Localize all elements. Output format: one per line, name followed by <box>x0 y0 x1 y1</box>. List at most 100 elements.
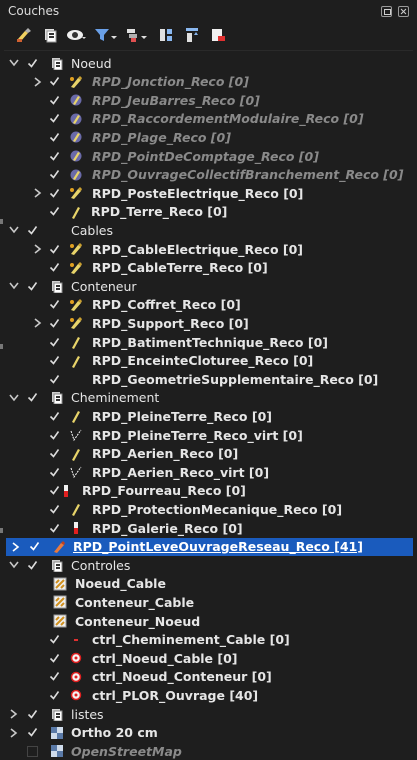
visibility-checkbox-checked[interactable] <box>48 317 60 329</box>
visibility-checkbox-checked[interactable] <box>48 94 60 106</box>
eye-icon[interactable] <box>66 26 86 44</box>
visibility-checkbox-checked[interactable] <box>48 355 60 367</box>
redcircle-icon <box>69 688 83 702</box>
tree-row-conteneur-cable[interactable]: Conteneur_Cable <box>4 593 413 611</box>
visibility-checkbox-checked[interactable] <box>26 727 38 739</box>
visibility-checkbox-unchecked[interactable] <box>26 745 38 757</box>
add-group-icon[interactable] <box>40 26 60 44</box>
tree-row-ctrl-cheminement-cable-0[interactable]: ctrl_Cheminement_Cable [0] <box>4 631 413 649</box>
layers-toolbar <box>0 22 417 48</box>
tree-row-rpd-cableterre-reco-0[interactable]: RPD_CableTerre_Reco [0] <box>4 259 413 277</box>
visibility-checkbox-checked[interactable] <box>48 503 60 515</box>
collapse-arrow-icon[interactable] <box>9 559 19 571</box>
visibility-checkbox-checked[interactable] <box>48 429 60 441</box>
close-panel-icon[interactable] <box>398 5 409 17</box>
expand-arrow-icon[interactable] <box>33 243 43 255</box>
expand-arrow-icon[interactable] <box>33 187 43 199</box>
visibility-checkbox-checked[interactable] <box>48 652 60 664</box>
visibility-checkbox-checked[interactable] <box>48 373 60 385</box>
visibility-checkbox-checked[interactable] <box>48 522 60 534</box>
visibility-checkbox-checked[interactable] <box>48 76 60 88</box>
tree-row-rpd-terre-reco-0[interactable]: RPD_Terre_Reco [0] <box>4 203 413 221</box>
tree-row-rpd-ouvragecollectifbranchement-reco-0[interactable]: RPD_OuvrageCollectifBranchement_Reco [0] <box>4 166 413 184</box>
tree-row-conteneur-noeud[interactable]: Conteneur_Noeud <box>4 612 413 630</box>
visibility-checkbox-checked[interactable] <box>48 187 60 199</box>
tree-row-rpd-protectionmecanique-reco-0[interactable]: RPD_ProtectionMecanique_Reco [0] <box>4 500 413 518</box>
visibility-checkbox-checked[interactable] <box>26 280 38 292</box>
tree-row-rpd-batimenttechnique-reco-0[interactable]: RPD_BatimentTechnique_Reco [0] <box>4 333 413 351</box>
tree-row-rpd-jeubarres-reco-0[interactable]: RPD_JeuBarres_Reco [0] <box>4 91 413 109</box>
tree-row-noeud-cable[interactable]: Noeud_Cable <box>4 575 413 593</box>
visibility-checkbox-checked[interactable] <box>28 541 40 553</box>
tree-row-rpd-jonction-reco-0[interactable]: RPD_Jonction_Reco [0] <box>4 73 413 91</box>
collapse-arrow-icon[interactable] <box>9 392 19 404</box>
tree-row-rpd-pointdecomptage-reco-0[interactable]: RPD_PointDeComptage_Reco [0] <box>4 147 413 165</box>
visibility-checkbox-checked[interactable] <box>48 336 60 348</box>
visibility-checkbox-checked[interactable] <box>26 559 38 571</box>
expand-all-icon[interactable] <box>156 26 176 44</box>
tree-row-ortho-20-cm[interactable]: Ortho 20 cm <box>4 724 413 742</box>
tree-row-rpd-posteelectrique-reco-0[interactable]: RPD_PosteElectrique_Reco [0] <box>4 184 413 202</box>
tree-row-rpd-plage-reco-0[interactable]: RPD_Plage_Reco [0] <box>4 128 413 146</box>
tree-row-rpd-fourreau-reco-0[interactable]: RPD_Fourreau_Reco [0] <box>4 482 413 500</box>
visibility-checkbox-checked[interactable] <box>48 466 60 478</box>
visibility-checkbox-checked[interactable] <box>48 448 60 460</box>
visibility-checkbox-checked[interactable] <box>48 169 60 181</box>
tree-row-rpd-galerie-reco-0[interactable]: RPD_Galerie_Reco [0] <box>4 519 413 537</box>
style-brush-icon[interactable] <box>14 26 34 44</box>
tree-row-ctrl-noeud-conteneur-0[interactable]: ctrl_Noeud_Conteneur [0] <box>4 668 413 686</box>
expand-arrow-icon[interactable] <box>9 708 19 720</box>
tree-row-rpd-aerien-reco-0[interactable]: RPD_Aerien_Reco [0] <box>4 445 413 463</box>
filter-icon[interactable] <box>92 26 118 44</box>
visibility-checkbox-checked[interactable] <box>48 262 60 274</box>
expand-arrow-icon[interactable] <box>33 317 43 329</box>
float-panel-icon[interactable] <box>381 5 392 17</box>
tree-row-rpd-pointleveouvragereseau-reco-41[interactable]: RPD_PointLeveOuvrageReseau_Reco [41] <box>6 537 413 556</box>
tree-row-rpd-pleineterre-reco-0[interactable]: RPD_PleineTerre_Reco [0] <box>4 407 413 425</box>
layer-label: Noeud <box>71 55 112 71</box>
tree-row-ctrl-plor-ouvrage-40[interactable]: ctrl_PLOR_Ouvrage [40] <box>4 686 413 704</box>
visibility-checkbox-checked[interactable] <box>48 243 60 255</box>
tree-row-ctrl-noeud-cable-0[interactable]: ctrl_Noeud_Cable [0] <box>4 649 413 667</box>
visibility-checkbox-checked[interactable] <box>48 634 60 646</box>
expand-arrow-icon[interactable] <box>33 76 43 88</box>
tree-row-controles[interactable]: Controles <box>4 556 413 574</box>
visibility-checkbox-checked[interactable] <box>48 299 60 311</box>
tree-row-rpd-cableelectrique-reco-0[interactable]: RPD_CableElectrique_Reco [0] <box>4 240 413 258</box>
visibility-checkbox-checked[interactable] <box>26 708 38 720</box>
tree-row-openstreetmap[interactable]: OpenStreetMap <box>4 742 413 760</box>
tree-row-listes[interactable]: listes <box>4 705 413 723</box>
visibility-checkbox-checked[interactable] <box>48 131 60 143</box>
tree-row-rpd-coffret-reco-0[interactable]: RPD_Coffret_Reco [0] <box>4 296 413 314</box>
visibility-checkbox-checked[interactable] <box>26 57 38 69</box>
visibility-checkbox-checked[interactable] <box>48 410 60 422</box>
tree-row-rpd-enceintecloturee-reco-0[interactable]: RPD_EnceinteCloturee_Reco [0] <box>4 352 413 370</box>
tree-row-rpd-support-reco-0[interactable]: RPD_Support_Reco [0] <box>4 314 413 332</box>
expand-arrow-icon[interactable] <box>11 541 21 553</box>
tree-row-noeud[interactable]: Noeud <box>4 54 413 72</box>
layer-label: RPD_PleineTerre_Reco_virt [0] <box>92 427 303 443</box>
visibility-checkbox-checked[interactable] <box>48 689 60 701</box>
raster-icon <box>50 726 64 740</box>
expand-arrow-icon[interactable] <box>9 727 19 739</box>
visibility-checkbox-checked[interactable] <box>26 392 38 404</box>
collapse-arrow-icon[interactable] <box>9 280 19 292</box>
tree-row-cables[interactable]: Cables <box>4 221 413 239</box>
tree-row-rpd-pleineterre-reco-virt-0[interactable]: RPD_PleineTerre_Reco_virt [0] <box>4 426 413 444</box>
tree-row-rpd-raccordementmodulaire-reco-0[interactable]: RPD_RaccordementModulaire_Reco [0] <box>4 110 413 128</box>
legend-filter-icon[interactable] <box>124 26 150 44</box>
layer-label: Noeud_Cable <box>75 576 166 592</box>
visibility-checkbox-checked[interactable] <box>48 113 60 125</box>
visibility-checkbox-checked[interactable] <box>48 206 60 218</box>
visibility-checkbox-checked[interactable] <box>26 224 38 236</box>
tree-row-rpd-geometriesupplementaire-reco-0[interactable]: RPD_GeometrieSupplementaire_Reco [0] <box>4 370 413 388</box>
tree-row-rpd-aerien-reco-virt-0[interactable]: RPD_Aerien_Reco_virt [0] <box>4 463 413 481</box>
collapse-arrow-icon[interactable] <box>9 224 19 236</box>
visibility-checkbox-checked[interactable] <box>48 671 60 683</box>
visibility-checkbox-checked[interactable] <box>48 150 60 162</box>
collapse-arrow-icon[interactable] <box>9 57 19 69</box>
remove-layer-icon[interactable] <box>208 26 228 44</box>
collapse-all-icon[interactable] <box>182 26 202 44</box>
tree-row-conteneur[interactable]: Conteneur <box>4 277 413 295</box>
tree-row-cheminement[interactable]: Cheminement <box>4 389 413 407</box>
